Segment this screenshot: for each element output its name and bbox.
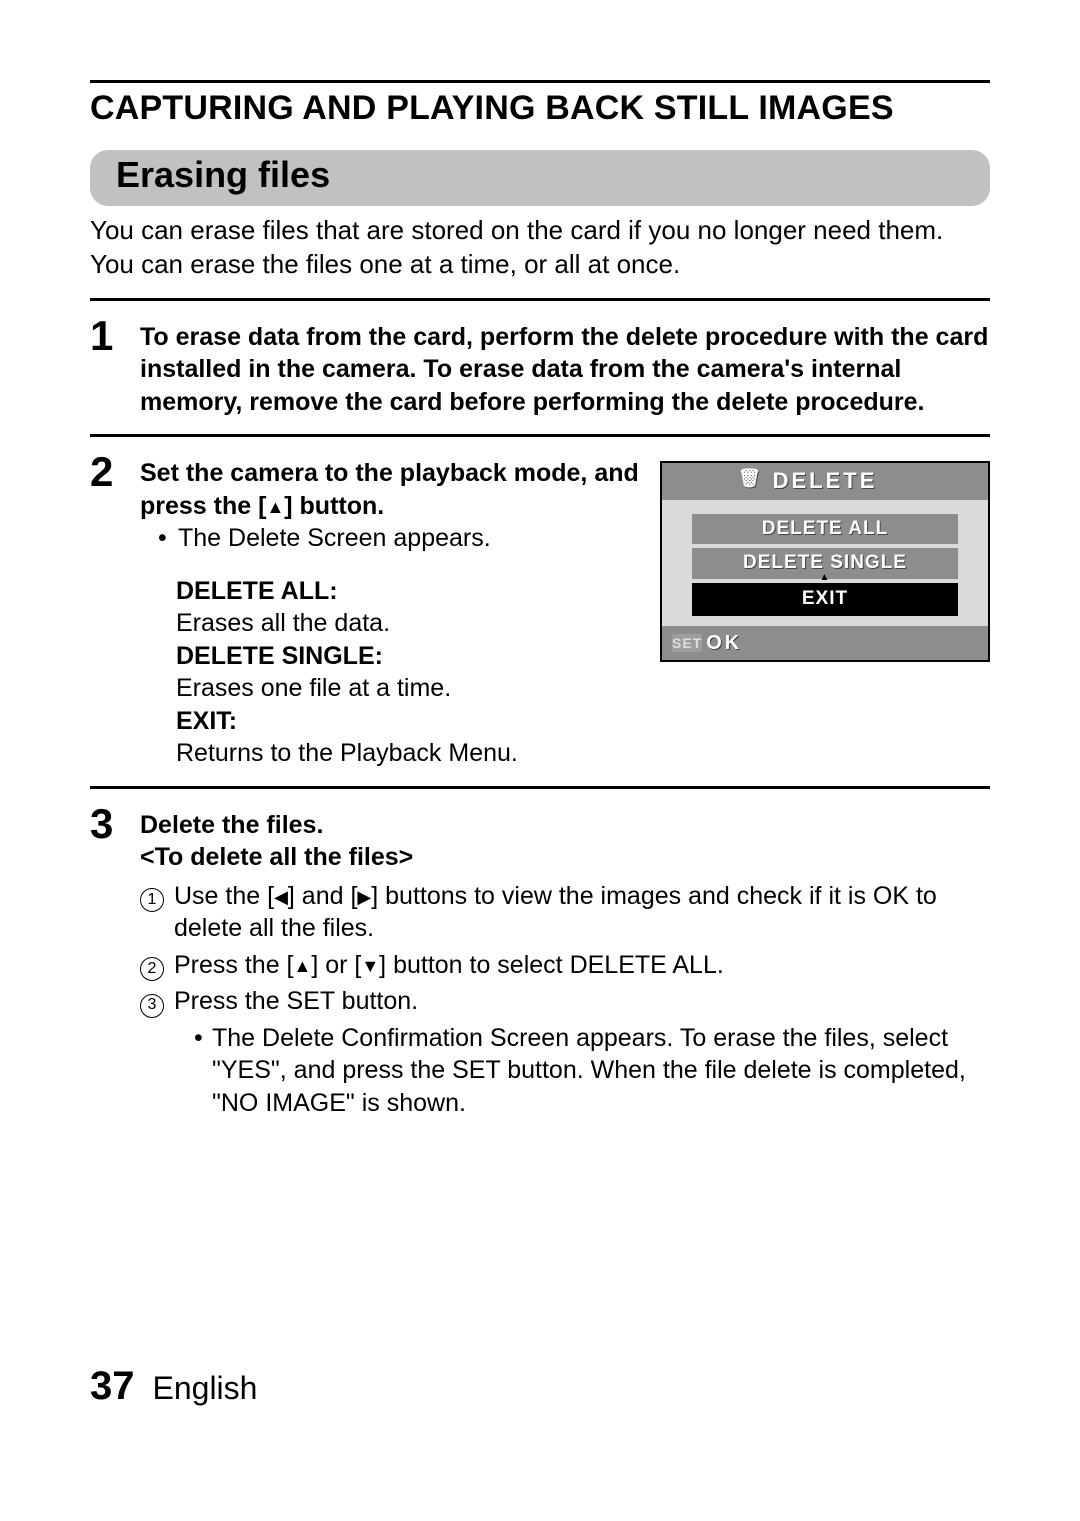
circled-3-icon: 3: [140, 994, 164, 1018]
down-triangle-icon: ▼: [361, 957, 379, 975]
lcd-option-exit: EXIT: [692, 583, 958, 616]
lcd-option-delete-all: DELETE ALL: [692, 514, 958, 545]
left-triangle-icon: ◀: [274, 888, 288, 906]
set-label-icon: SET: [672, 634, 702, 652]
trash-icon: 🗑: [738, 467, 764, 490]
step-2: 2 Set the camera to the playback mode, a…: [90, 451, 990, 770]
delete-screen-illustration: 🗑 DELETE DELETE ALL DELETE SINGLE EXIT S…: [660, 461, 990, 662]
option-definitions: DELETE ALL: Erases all the data. DELETE …: [140, 575, 648, 770]
up-triangle-icon: ▲: [294, 957, 312, 975]
section-heading: Erasing files: [90, 150, 990, 206]
right-triangle-icon: ▶: [357, 888, 371, 906]
circled-1-icon: 1: [140, 888, 164, 912]
language-label: English: [153, 1370, 258, 1406]
intro-text: You can erase files that are stored on t…: [90, 214, 990, 282]
step-3: 3 Delete the files. <To delete all the f…: [90, 803, 990, 1124]
page-footer: 37 English: [90, 1364, 257, 1409]
step-1: 1 To erase data from the card, perform t…: [90, 315, 990, 419]
circled-2-icon: 2: [140, 957, 164, 981]
page-title: CAPTURING AND PLAYING BACK STILL IMAGES: [90, 89, 990, 128]
up-triangle-icon: ▲: [266, 498, 284, 516]
page-number: 37: [90, 1364, 135, 1408]
